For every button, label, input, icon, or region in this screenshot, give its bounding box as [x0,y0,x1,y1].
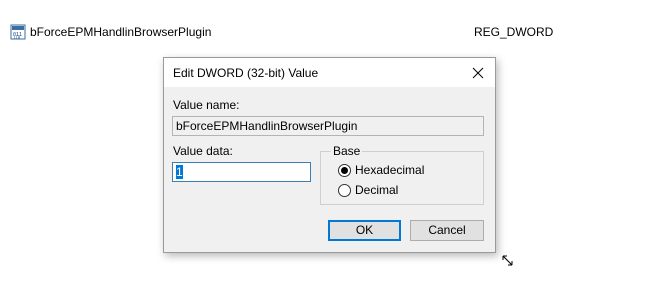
hexadecimal-radio[interactable] [338,164,351,177]
value-data-input[interactable]: 1 [172,162,311,182]
registry-value-type: REG_DWORD [474,25,554,39]
ok-button[interactable]: OK [328,220,401,241]
edit-dword-dialog: Edit DWORD (32-bit) Value Value name: bF… [163,57,496,253]
dialog-title: Edit DWORD (32-bit) Value [173,66,319,80]
cancel-button[interactable]: Cancel [410,220,484,241]
value-data-label: Value data: [173,144,233,158]
value-data-text: 1 [176,165,183,179]
registry-value-name: bForceEPMHandlinBrowserPlugin [30,25,212,39]
radio-selected-dot [341,167,348,174]
value-name-field: bForceEPMHandlinBrowserPlugin [172,116,484,136]
close-icon[interactable] [469,64,487,82]
svg-text:110: 110 [13,35,21,40]
decimal-radio[interactable] [338,184,351,197]
base-group: Base Hexadecimal Decimal [320,144,484,205]
value-name-label: Value name: [173,98,240,112]
registry-value-row[interactable]: 011 110 bForceEPMHandlinBrowserPlugin RE… [0,0,656,60]
dialog-titlebar[interactable]: Edit DWORD (32-bit) Value [164,58,495,87]
decimal-label[interactable]: Decimal [355,183,398,197]
base-group-label: Base [331,144,363,158]
hexadecimal-label[interactable]: Hexadecimal [355,163,424,177]
registry-binary-value-icon: 011 110 [10,24,26,40]
resize-cursor-icon [502,255,514,269]
